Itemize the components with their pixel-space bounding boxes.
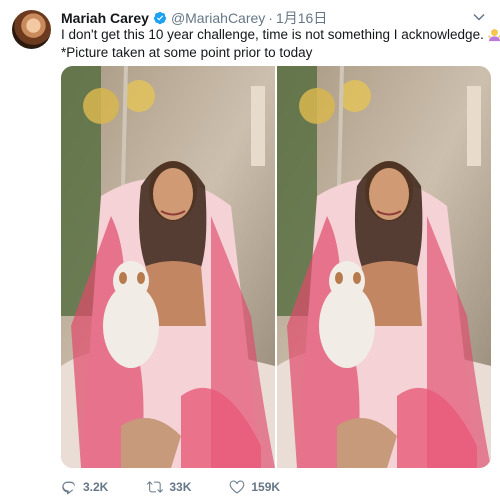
- retweet-icon: [147, 481, 164, 493]
- tweet-text-line-1: I don't get this 10 year challenge, time…: [61, 26, 500, 44]
- verified-icon: [153, 11, 167, 25]
- separator: ·: [268, 10, 273, 26]
- tweet-actions: 3.2K 33K 159K: [61, 478, 280, 496]
- avatar[interactable]: [12, 10, 51, 49]
- photo-right[interactable]: [277, 66, 491, 468]
- timestamp[interactable]: 1月16日: [276, 8, 327, 28]
- display-name[interactable]: Mariah Carey: [61, 10, 149, 26]
- chevron-down-icon[interactable]: [472, 10, 486, 24]
- like-button[interactable]: 159K: [229, 479, 280, 495]
- retweet-button[interactable]: 33K: [147, 479, 191, 495]
- photo-left[interactable]: [61, 66, 275, 468]
- like-icon: [230, 480, 245, 494]
- tweet-text-line-2: *Picture taken at some point prior to to…: [61, 45, 313, 60]
- tweet-text: I don't get this 10 year challenge, time…: [61, 26, 500, 62]
- reply-count: 3.2K: [83, 480, 109, 494]
- tweet-text-main: I don't get this 10 year challenge, time…: [61, 27, 484, 42]
- tweet-header: Mariah Carey @MariahCarey · 1月16日: [61, 9, 327, 27]
- retweet-count: 33K: [169, 480, 192, 494]
- reply-button[interactable]: 3.2K: [61, 479, 108, 495]
- handle[interactable]: @MariahCarey: [171, 10, 265, 26]
- like-count: 159K: [251, 480, 281, 494]
- media-grid[interactable]: [61, 66, 491, 468]
- tweet[interactable]: Mariah Carey @MariahCarey · 1月16日 I don'…: [0, 0, 500, 502]
- reply-icon: [62, 481, 75, 495]
- woman-shrugging-emoji-icon: [487, 27, 500, 42]
